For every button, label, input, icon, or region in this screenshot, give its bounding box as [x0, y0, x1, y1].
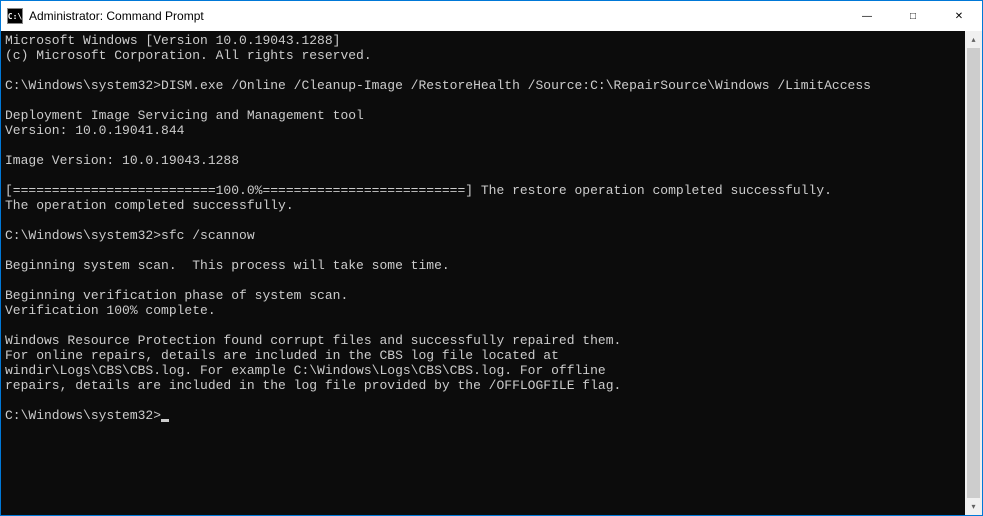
vertical-scrollbar[interactable]: ▴ ▾ — [965, 31, 982, 515]
scroll-up-arrow[interactable]: ▴ — [965, 31, 982, 48]
scroll-down-arrow[interactable]: ▾ — [965, 498, 982, 515]
command-prompt-window: C:\ Administrator: Command Prompt — □ ✕ … — [0, 0, 983, 516]
terminal-line — [5, 393, 961, 408]
terminal-line: Beginning system scan. This process will… — [5, 258, 961, 273]
terminal-cursor — [161, 419, 169, 422]
terminal-line — [5, 93, 961, 108]
terminal-line — [5, 168, 961, 183]
terminal-line: For online repairs, details are included… — [5, 348, 961, 363]
terminal-prompt-line[interactable]: C:\Windows\system32> — [5, 408, 961, 423]
terminal-line — [5, 63, 961, 78]
maximize-button[interactable]: □ — [890, 1, 936, 31]
terminal-line — [5, 273, 961, 288]
terminal-line — [5, 318, 961, 333]
terminal-line: Beginning verification phase of system s… — [5, 288, 961, 303]
app-icon: C:\ — [7, 8, 23, 24]
terminal-line: [==========================100.0%=======… — [5, 183, 961, 198]
terminal-output[interactable]: Microsoft Windows [Version 10.0.19043.12… — [1, 31, 965, 515]
terminal-line — [5, 243, 961, 258]
terminal-line: Windows Resource Protection found corrup… — [5, 333, 961, 348]
terminal-line: Verification 100% complete. — [5, 303, 961, 318]
terminal-line: Microsoft Windows [Version 10.0.19043.12… — [5, 33, 961, 48]
terminal-line: (c) Microsoft Corporation. All rights re… — [5, 48, 961, 63]
titlebar[interactable]: C:\ Administrator: Command Prompt — □ ✕ — [1, 1, 982, 31]
terminal-line: windir\Logs\CBS\CBS.log. For example C:\… — [5, 363, 961, 378]
window-title: Administrator: Command Prompt — [29, 9, 844, 23]
window-controls: — □ ✕ — [844, 1, 982, 31]
content-area: Microsoft Windows [Version 10.0.19043.12… — [1, 31, 982, 515]
terminal-line — [5, 138, 961, 153]
scroll-track[interactable] — [965, 48, 982, 498]
terminal-line: Image Version: 10.0.19043.1288 — [5, 153, 961, 168]
terminal-line: The operation completed successfully. — [5, 198, 961, 213]
terminal-line: Deployment Image Servicing and Managemen… — [5, 108, 961, 123]
terminal-line — [5, 213, 961, 228]
close-button[interactable]: ✕ — [936, 1, 982, 31]
terminal-prompt: C:\Windows\system32> — [5, 408, 161, 423]
terminal-line: Version: 10.0.19041.844 — [5, 123, 961, 138]
scroll-thumb[interactable] — [967, 48, 980, 498]
terminal-line: repairs, details are included in the log… — [5, 378, 961, 393]
terminal-line: C:\Windows\system32>sfc /scannow — [5, 228, 961, 243]
minimize-button[interactable]: — — [844, 1, 890, 31]
terminal-line: C:\Windows\system32>DISM.exe /Online /Cl… — [5, 78, 961, 93]
